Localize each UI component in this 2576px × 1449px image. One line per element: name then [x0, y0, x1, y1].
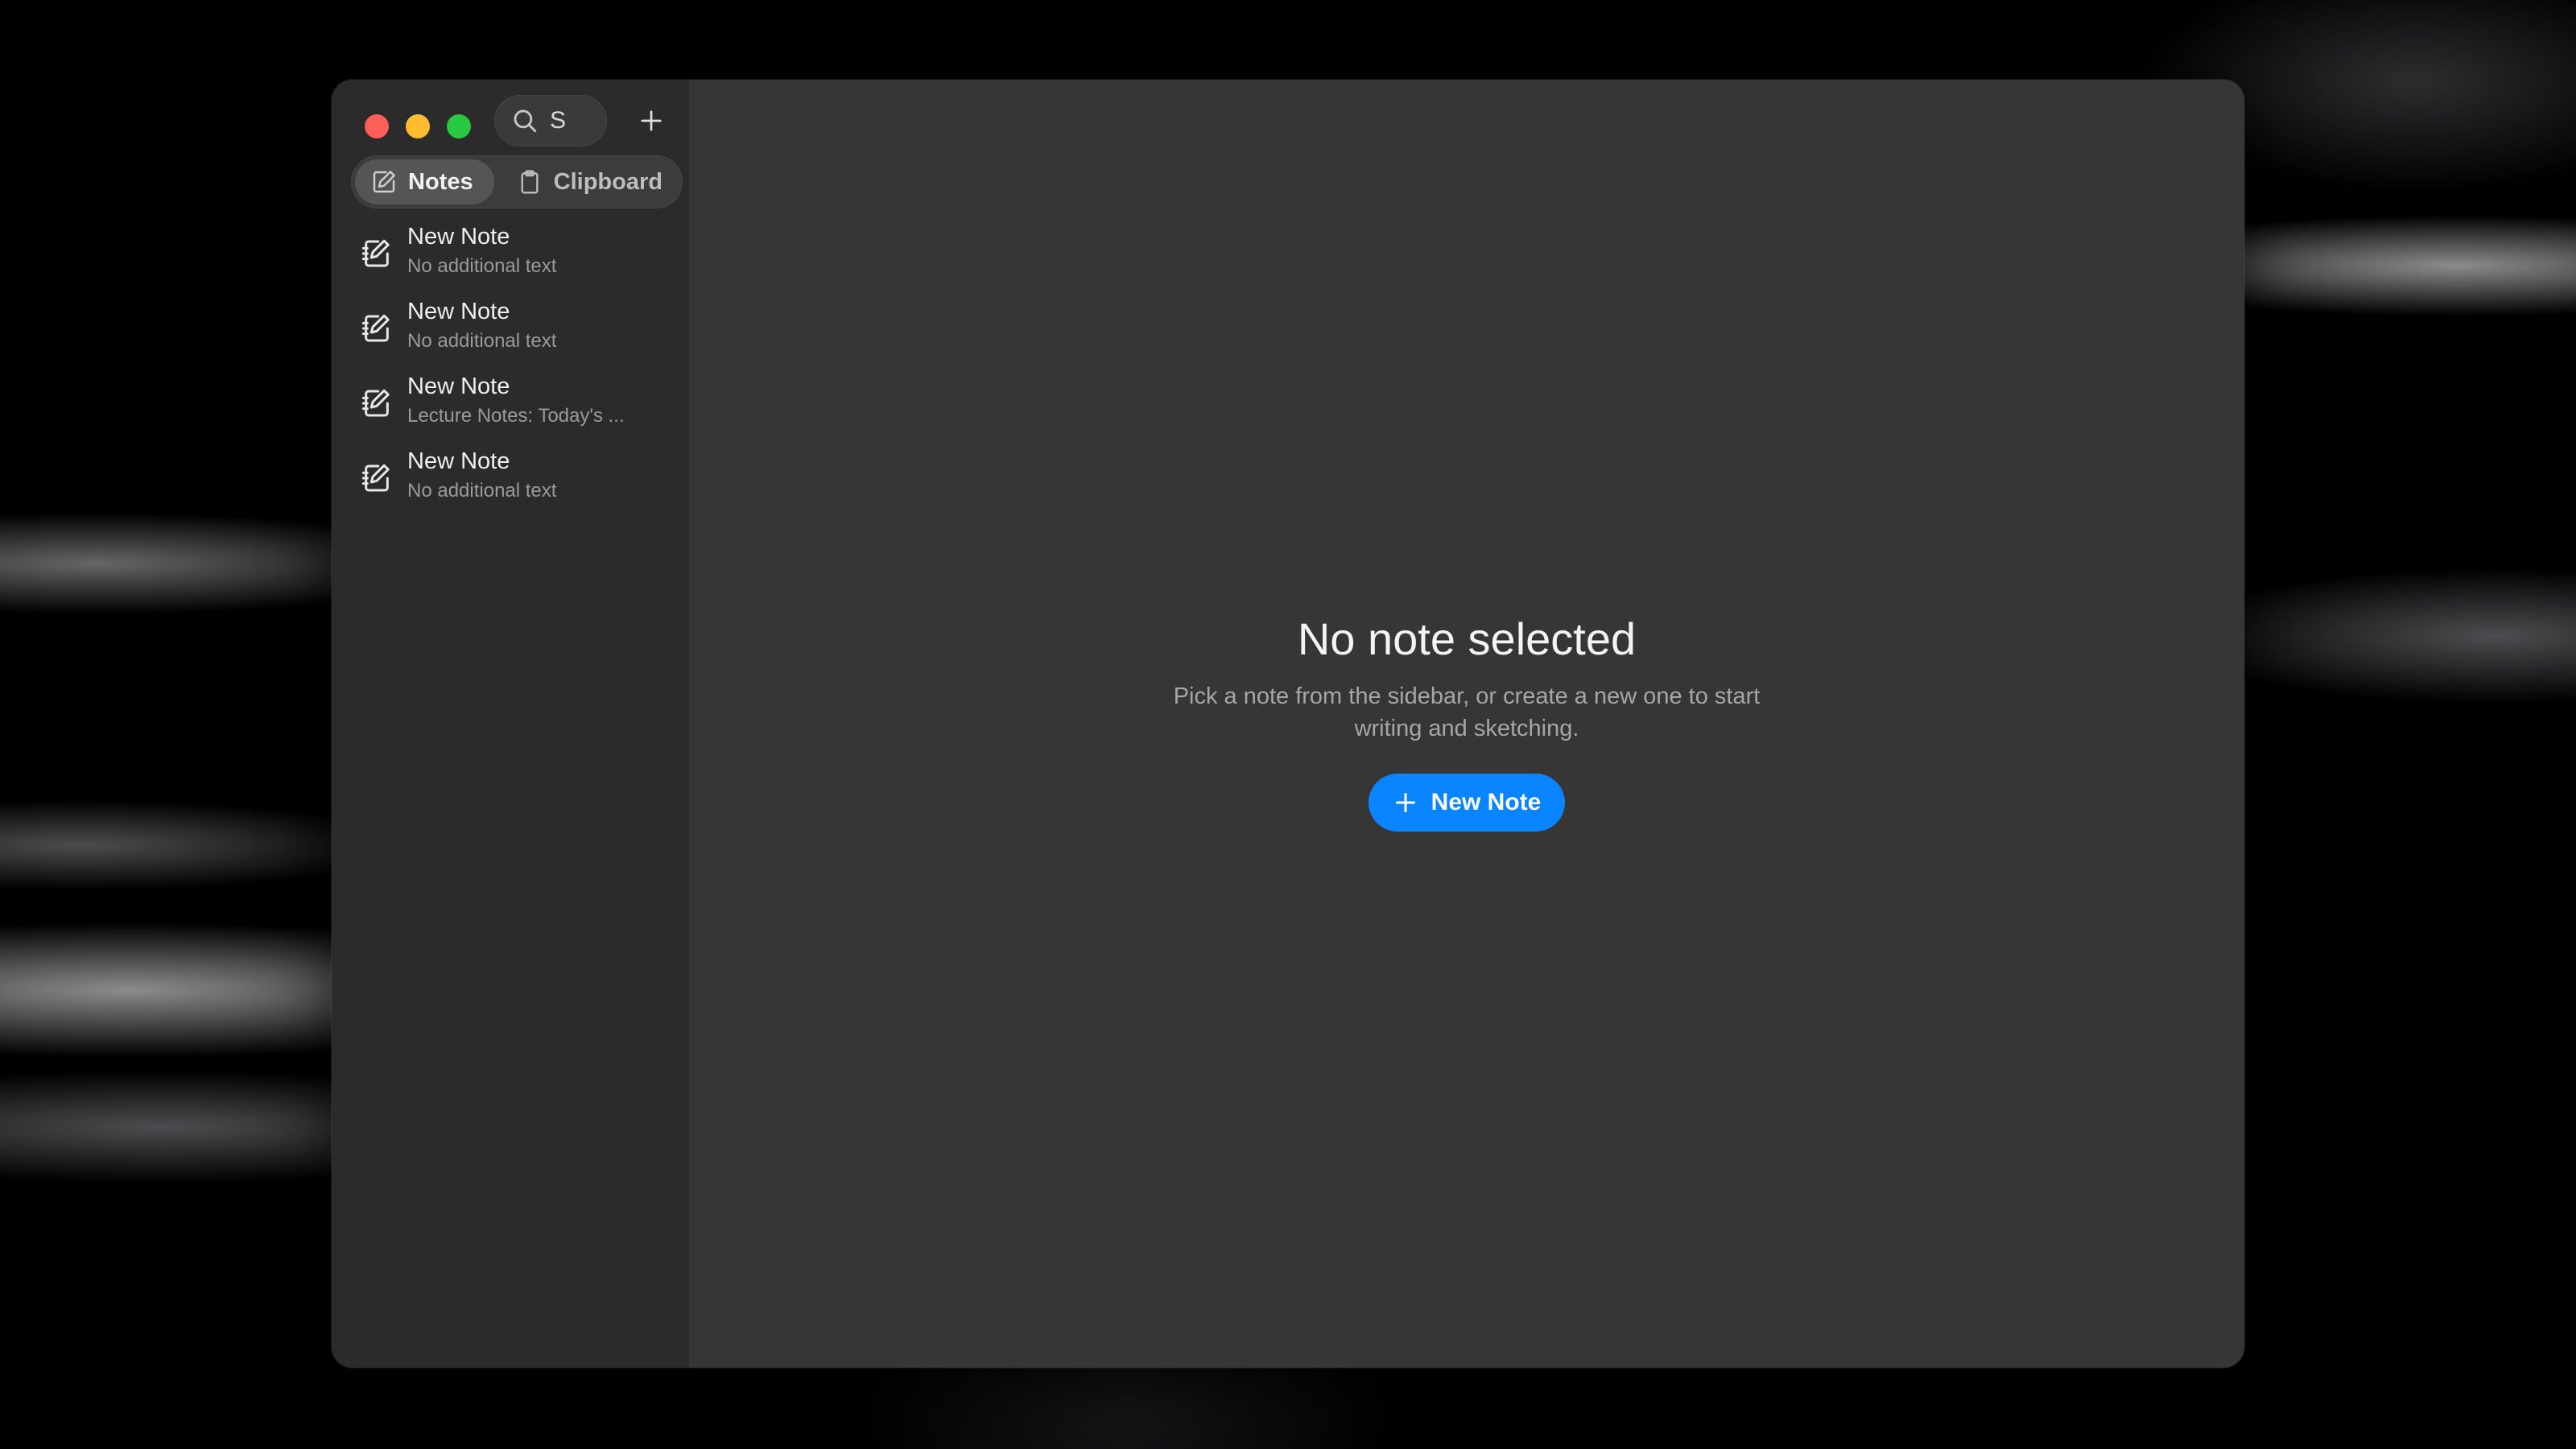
add-note-button[interactable] [630, 99, 673, 142]
note-icon [361, 389, 390, 417]
list-item[interactable]: New Note No additional text [332, 443, 689, 518]
close-window-button[interactable] [365, 114, 389, 138]
search-field[interactable]: S [494, 95, 607, 147]
tab-notes[interactable]: Notes [355, 159, 494, 204]
view-switcher: Notes Clipboard [351, 155, 683, 208]
plus-icon [1395, 792, 1415, 813]
note-icon [361, 239, 390, 267]
new-note-button-label: New Note [1430, 789, 1542, 815]
minimize-window-button[interactable] [406, 114, 430, 138]
note-title: New Note [407, 374, 510, 399]
tab-notes-label: Notes [408, 168, 473, 195]
note-texts: New Note Lecture Notes: Today's ... [407, 371, 625, 429]
note-texts: New Note No additional text [407, 446, 556, 504]
note-title: New Note [407, 448, 510, 474]
note-preview: No additional text [407, 480, 557, 502]
list-item[interactable]: New Note Lecture Notes: Today's ... [332, 368, 689, 443]
empty-state-title: No note selected [1297, 613, 1637, 664]
tab-clipboard[interactable]: Clipboard [501, 159, 679, 204]
notes-app-window: S Notes Clipboard New Note No additional… [332, 80, 2244, 1368]
sidebar: S Notes Clipboard New Note No additional… [332, 80, 689, 1368]
maximize-window-button[interactable] [447, 114, 471, 138]
note-icon [373, 171, 395, 193]
titlebar: S Notes Clipboard [332, 80, 689, 208]
note-title: New Note [407, 224, 510, 250]
note-icon [361, 464, 390, 492]
note-preview: No additional text [407, 255, 557, 277]
note-icon [361, 314, 390, 342]
empty-state-subtitle: Pick a note from the sidebar, or create … [1173, 683, 1761, 741]
note-title: New Note [407, 299, 510, 324]
clipboard-icon [521, 170, 539, 194]
note-detail-pane: No note selected Pick a note from the si… [689, 80, 2244, 1368]
list-item[interactable]: New Note No additional text [332, 293, 689, 368]
note-texts: New Note No additional text [407, 296, 556, 354]
note-preview: Lecture Notes: Today's ... [407, 405, 625, 427]
list-item[interactable]: New Note No additional text [332, 218, 689, 293]
search-input[interactable]: S [550, 107, 566, 134]
note-preview: No additional text [407, 330, 557, 352]
new-note-button[interactable]: New Note [1368, 774, 1566, 832]
note-list: New Note No additional text New Note No … [332, 218, 689, 518]
plus-icon [641, 110, 662, 131]
empty-state: No note selected Pick a note from the si… [689, 611, 2244, 832]
tab-clipboard-label: Clipboard [553, 168, 663, 195]
note-texts: New Note No additional text [407, 221, 556, 279]
search-icon [514, 109, 537, 133]
